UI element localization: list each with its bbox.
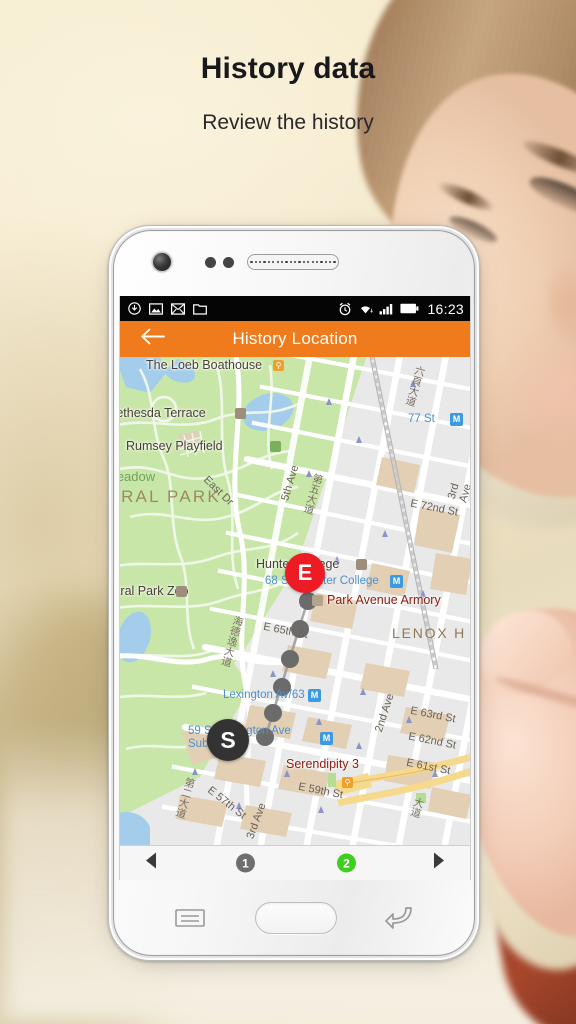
monument-icon (235, 408, 246, 419)
subway-icon-77st: M (450, 413, 463, 426)
map-label-e-59th-st: E 59th St (297, 780, 344, 802)
map-label-3rd-ave-bottom: 3rd Ave (244, 801, 269, 841)
status-bar: 16:23 (120, 296, 470, 321)
light-sensor-icon (223, 257, 234, 268)
map-label-5th-ave: 5th Ave (279, 463, 302, 503)
wifi-icon (361, 306, 374, 314)
phone-screen: 16:23 History Location The Loeb Boathous… (119, 296, 471, 880)
signal-icon (379, 304, 393, 315)
map-marker-end[interactable]: E (285, 553, 325, 593)
map-label-e-61st-st: E 61st St (405, 756, 452, 778)
map-label-e-63rd-st: E 63rd St (409, 704, 457, 726)
app-bar-title: History Location (232, 329, 358, 348)
map-label-serendipity-3: Serendipity 3 (286, 757, 359, 771)
front-camera-icon (153, 253, 171, 271)
map-label-central-park: CENTRAL PARK (120, 487, 221, 506)
map-labels: The Loeb Boathouse ⚲ Bethesda Terrace Ru… (120, 357, 470, 845)
next-page-button[interactable] (428, 851, 448, 876)
map-label-cjk-ave-2: 第五大道 (301, 472, 325, 516)
map-label-3rd-ave-top: 3rd Ave (445, 482, 470, 504)
folder-icon (193, 303, 207, 315)
map-view[interactable]: The Loeb Boathouse ⚲ Bethesda Terrace Ru… (120, 357, 470, 845)
subway-icon-68st: M (390, 575, 403, 588)
page-indicator-2[interactable]: 2 (337, 853, 356, 873)
status-bar-right-icons: 16:23 (338, 301, 464, 317)
map-label-cjk-ave-1: 六頁大道 (403, 364, 427, 408)
map-marker-end-label: E (297, 560, 313, 585)
map-label-2nd-ave: 2nd Ave (372, 692, 397, 734)
restaurant-icon: ⚲ (273, 360, 284, 371)
home-button[interactable] (255, 902, 337, 934)
map-label-cjk-ave-3: 海德逸大道 (219, 614, 246, 668)
page-title: History data (200, 52, 376, 85)
app-bar: History Location (120, 321, 470, 357)
map-marker-start[interactable]: S (207, 719, 249, 761)
school-icon (356, 559, 367, 570)
pagination-bar: 1 2 (120, 845, 470, 880)
earpiece-speaker (247, 254, 339, 270)
page-indicator-1[interactable]: 1 (236, 853, 255, 873)
sports-icon (270, 441, 281, 452)
map-label-cjk-ave-4: 第二大道 (173, 776, 197, 820)
phone-device: 16:23 History Location The Loeb Boathous… (108, 225, 480, 965)
restaurant-icon-2: ⚲ (342, 777, 353, 788)
mail-icon (171, 302, 185, 315)
alarm-icon (340, 302, 351, 315)
menu-button[interactable] (175, 908, 205, 928)
map-label-e-62nd-st: E 62nd St (407, 730, 458, 752)
battery-icon (400, 303, 419, 314)
page-subtitle: Review the history (202, 111, 374, 134)
back-arrow-icon[interactable] (140, 328, 166, 351)
proximity-sensor-icon (205, 257, 216, 268)
map-label-e-57th-st: E 57th St (205, 784, 249, 822)
status-bar-left-icons (128, 302, 207, 315)
map-label-e-72nd-st: E 72nd St (409, 497, 460, 519)
map-label-meadow: Meadow (120, 469, 156, 484)
phone-body: 16:23 History Location The Loeb Boathous… (108, 225, 480, 961)
image-icon (149, 302, 163, 315)
map-label-loeb-boathouse: The Loeb Boathouse (146, 358, 263, 372)
promo-headings: History data Review the history (0, 0, 576, 135)
subway-icon-59st: M (320, 732, 333, 745)
map-marker-start-label: S (220, 726, 236, 753)
map-label-bethesda-terrace: Bethesda Terrace (120, 406, 206, 420)
map-label-lenox-hill: LENOX H (392, 625, 467, 641)
map-label-lexington-av-63-st: Lexington Av/63 St (223, 689, 319, 701)
back-button[interactable] (385, 904, 415, 930)
armory-icon (312, 595, 323, 606)
zoo-icon (176, 586, 187, 597)
map-label-cjk-ave-5: 大道 (408, 795, 426, 820)
map-label-park-avenue-armory: Park Avenue Armory (327, 593, 441, 607)
status-bar-clock: 16:23 (427, 300, 464, 317)
previous-page-button[interactable] (142, 851, 162, 876)
subway-icon-lex63: M (308, 689, 321, 702)
map-label-rumsey-playfield: Rumsey Playfield (126, 439, 223, 453)
download-icon (128, 302, 141, 315)
map-label-77-st: 77 St (408, 413, 435, 425)
map-label-e-65th-st: E 65th St (262, 620, 309, 642)
